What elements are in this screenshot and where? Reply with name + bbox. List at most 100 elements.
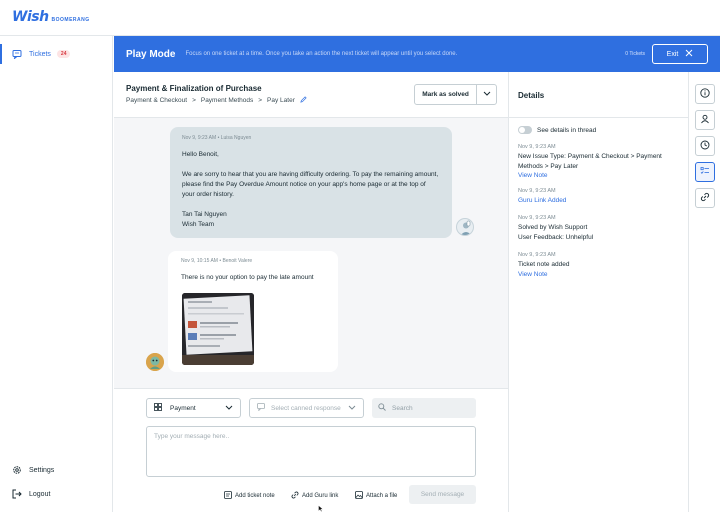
event-text: New Issue Type: Payment & Checkout > Pay… xyxy=(518,153,662,160)
mouse-cursor-icon xyxy=(318,505,324,514)
wish-logo[interactable]: Wish BOOMERANG xyxy=(12,9,90,25)
sidebar-item-label: Settings xyxy=(29,466,55,474)
canned-response-placeholder: Select canned response xyxy=(271,404,341,412)
history-event: Nov 9, 9:23 AM New Issue Type: Payment &… xyxy=(518,144,683,181)
details-header: Details xyxy=(509,72,689,118)
grid-icon xyxy=(154,403,162,413)
top-bar: Wish BOOMERANG xyxy=(0,0,720,36)
action-label: Attach a file xyxy=(366,493,398,499)
event-text: Ticket note added xyxy=(518,261,570,268)
message-icon xyxy=(257,403,265,413)
exit-label: Exit xyxy=(666,50,679,58)
thread-details-toggle[interactable] xyxy=(518,126,532,134)
category-value: Payment xyxy=(170,404,196,412)
solve-split-button: Mark as solved xyxy=(414,84,497,105)
ticket-header: Payment & Finalization of Purchase Payme… xyxy=(114,72,508,118)
sidebar-item-logout[interactable]: Logout xyxy=(0,484,113,504)
banner-description: Focus on one ticket at a time. Once you … xyxy=(185,51,458,57)
links-panel-button[interactable] xyxy=(695,188,715,208)
play-mode-banner: Play Mode Focus on one ticket at a time.… xyxy=(114,36,720,72)
banner-title: Play Mode xyxy=(126,48,176,60)
chevron-down-icon xyxy=(348,405,356,412)
search-icon xyxy=(378,403,386,413)
customer-message: Nov 9, 10:15 AM • Benoit Valere There is… xyxy=(168,251,338,372)
logout-icon xyxy=(12,489,22,499)
ticket-title: Payment & Finalization of Purchase xyxy=(126,84,262,93)
history-panel-button[interactable] xyxy=(695,136,715,156)
message-placeholder: Type your message here.. xyxy=(154,433,230,440)
toggle-label: See details in thread xyxy=(537,126,597,134)
breadcrumb: Payment & Checkout > Payment Methods > P… xyxy=(126,96,307,105)
chevron-down-icon xyxy=(483,91,491,98)
mark-as-solved-button[interactable]: Mark as solved xyxy=(415,85,477,104)
message-meta: Nov 9, 10:15 AM • Benoit Valere xyxy=(181,258,253,264)
info-icon xyxy=(700,88,710,100)
link-icon xyxy=(291,491,299,501)
thread-details-toggle-row: See details in thread xyxy=(518,126,596,134)
event-date: Nov 9, 9:23 AM xyxy=(518,215,556,221)
info-panel-button[interactable] xyxy=(695,84,715,104)
chevron-down-icon xyxy=(225,405,233,412)
sidebar: Tickets 24 Settings Logout xyxy=(0,36,113,512)
message-greeting: Hello Benoit, xyxy=(182,151,219,158)
message-meta: Nov 9, 9:23 AM • Luisa Nguyen xyxy=(182,135,252,141)
agent-avatar xyxy=(456,218,474,236)
attach-file-button[interactable]: Attach a file xyxy=(355,491,397,501)
details-panel-button[interactable] xyxy=(695,162,715,182)
history-event: Nov 9, 9:23 AM Guru Link Added xyxy=(518,188,683,206)
customer-avatar xyxy=(146,353,164,371)
sidebar-item-settings[interactable]: Settings xyxy=(0,460,113,480)
sidebar-item-label: Logout xyxy=(29,490,51,498)
checklist-icon xyxy=(700,166,710,178)
signature-team: Wish Team xyxy=(182,221,215,228)
message-body: We are sorry to hear that you are having… xyxy=(182,171,439,198)
agent-message: Nov 9, 9:23 AM • Luisa Nguyen Hello Beno… xyxy=(170,127,452,238)
history-event: Nov 9, 9:23 AM Solved by Wish Support Us… xyxy=(518,215,683,242)
ticket-count-badge: 24 xyxy=(56,50,71,58)
add-ticket-note-button[interactable]: Add ticket note xyxy=(224,491,275,501)
conversation-thread[interactable]: Nov 9, 9:23 AM • Luisa Nguyen Hello Beno… xyxy=(114,118,508,389)
logo-wordmark: Wish xyxy=(12,9,49,25)
breadcrumb-item[interactable]: Payment Methods xyxy=(201,97,253,104)
add-guru-link-button[interactable]: Add Guru link xyxy=(291,491,338,501)
view-note-link[interactable]: View Note xyxy=(518,171,683,181)
canned-response-select[interactable]: Select canned response xyxy=(249,398,364,418)
sidebar-item-label: Tickets xyxy=(29,50,51,58)
breadcrumb-item[interactable]: Pay Later xyxy=(267,97,295,104)
user-icon xyxy=(700,114,710,126)
event-date: Nov 9, 9:23 AM xyxy=(518,252,556,258)
gear-icon xyxy=(12,465,22,475)
link-icon xyxy=(700,192,710,204)
history-icon xyxy=(700,140,710,152)
details-title: Details xyxy=(518,91,545,100)
close-icon xyxy=(685,49,693,59)
solve-options-dropdown[interactable] xyxy=(477,85,496,104)
breadcrumb-separator: > xyxy=(258,97,263,104)
sidebar-item-tickets[interactable]: Tickets 24 xyxy=(0,44,113,64)
send-message-button[interactable]: Send message xyxy=(409,485,476,504)
details-panel: Details See details in thread Nov 9, 9:2… xyxy=(508,72,689,512)
ticket-counter: 0 Tickets xyxy=(625,51,645,57)
reply-composer: Payment Select canned response Search Ty… xyxy=(114,389,508,512)
event-text: User Feedback: Unhelpful xyxy=(518,233,594,241)
signature-name: Tan Tai Nguyen xyxy=(182,211,227,218)
view-note-link[interactable]: View Note xyxy=(518,270,683,280)
event-text: Solved by Wish Support xyxy=(518,224,588,231)
image-attachment[interactable] xyxy=(182,293,254,365)
action-label: Add ticket note xyxy=(235,493,275,499)
exit-button[interactable]: Exit xyxy=(652,44,708,64)
guru-link-added-link[interactable]: Guru Link Added xyxy=(518,196,683,206)
chat-icon xyxy=(12,49,22,59)
pencil-icon[interactable] xyxy=(300,96,307,105)
canned-search-input[interactable]: Search xyxy=(372,398,476,418)
logo-product: BOOMERANG xyxy=(51,17,90,23)
note-icon xyxy=(224,491,232,501)
search-placeholder: Search xyxy=(392,404,413,412)
event-date: Nov 9, 9:23 AM xyxy=(518,144,556,150)
message-input[interactable]: Type your message here.. xyxy=(146,426,476,477)
message-body: There is no your option to pay the late … xyxy=(181,274,314,281)
customer-panel-button[interactable] xyxy=(695,110,715,130)
breadcrumb-separator: > xyxy=(192,97,196,104)
breadcrumb-item[interactable]: Payment & Checkout xyxy=(126,97,187,104)
category-select[interactable]: Payment xyxy=(146,398,241,418)
